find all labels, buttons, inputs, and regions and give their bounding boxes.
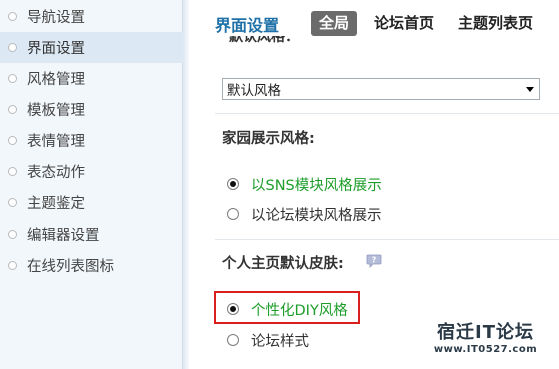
sidebar-item-thread-rating[interactable]: 主题鉴定 xyxy=(0,187,183,218)
tab-global[interactable]: 全局 xyxy=(311,11,358,36)
bullet-icon xyxy=(8,105,17,114)
radio-button[interactable] xyxy=(227,334,239,346)
radio-option-sns-style[interactable]: 以SNS模块风格展示 xyxy=(227,174,382,194)
radio-button[interactable] xyxy=(227,178,239,190)
sidebar-item-label: 主题鉴定 xyxy=(27,196,85,212)
help-icon[interactable]: ? xyxy=(366,254,382,268)
radio-button[interactable] xyxy=(227,303,239,315)
home-display-style-title: 家园展示风格: xyxy=(222,131,315,147)
radio-option-forum-skin[interactable]: 论坛样式 xyxy=(227,330,309,350)
divider xyxy=(215,113,559,114)
sidebar: 导航设置 界面设置 风格管理 模板管理 表情管理 表态动作 主题鉴定 编辑器设置… xyxy=(0,0,183,369)
default-style-select[interactable]: 默认风格 xyxy=(222,78,540,100)
radio-option-label: 以SNS模块风格展示 xyxy=(251,177,382,194)
clipped-section-title: 默认风格： xyxy=(229,36,299,45)
bullet-icon xyxy=(8,167,17,176)
radio-option-label: 以论坛模块风格展示 xyxy=(251,207,382,224)
sidebar-item-label: 编辑器设置 xyxy=(27,228,100,244)
sidebar-item-label: 在线列表图标 xyxy=(27,259,114,275)
sidebar-item-interface-settings[interactable]: 界面设置 xyxy=(0,32,183,63)
sidebar-item-emoticon-management[interactable]: 表情管理 xyxy=(0,125,183,156)
radio-button[interactable] xyxy=(227,208,239,220)
default-style-select-value: 默认风格 xyxy=(227,83,281,99)
main-panel: 界面设置 全局 论坛首页 主题列表页 默认风格： 默认风格 家园展示风格: 以S… xyxy=(189,0,559,369)
sidebar-item-editor-settings[interactable]: 编辑器设置 xyxy=(0,219,183,250)
personal-skin-title: 个人主页默认皮肤: xyxy=(222,256,344,272)
bullet-icon xyxy=(8,230,17,239)
watermark-url: www.IT0527.com xyxy=(433,344,538,355)
radio-option-forum-style[interactable]: 以论坛模块风格展示 xyxy=(227,204,382,224)
sidebar-item-template-management[interactable]: 模板管理 xyxy=(0,94,183,125)
sidebar-item-online-list-icons[interactable]: 在线列表图标 xyxy=(0,250,183,281)
radio-option-label: 个性化DIY风格 xyxy=(251,302,348,319)
sidebar-item-label: 模板管理 xyxy=(27,103,85,119)
dropdown-arrow-icon[interactable] xyxy=(526,87,534,92)
sidebar-item-label: 风格管理 xyxy=(27,72,85,88)
divider xyxy=(215,239,559,240)
svg-text:?: ? xyxy=(372,256,377,265)
sidebar-item-label: 表态动作 xyxy=(27,165,85,181)
sidebar-item-style-management[interactable]: 风格管理 xyxy=(0,63,183,94)
bullet-icon xyxy=(8,198,17,207)
bullet-icon xyxy=(8,261,17,270)
bullet-icon xyxy=(8,12,17,21)
bullet-icon xyxy=(8,136,17,145)
watermark-name: 宿迁IT论坛 xyxy=(437,322,534,343)
page-title: 界面设置 xyxy=(215,16,280,35)
bullet-icon xyxy=(8,74,17,83)
radio-option-diy-style[interactable]: 个性化DIY风格 xyxy=(227,299,348,319)
sidebar-item-label: 导航设置 xyxy=(27,10,85,26)
tab-forum-home[interactable]: 论坛首页 xyxy=(366,11,442,36)
sidebar-item-label: 表情管理 xyxy=(27,134,85,150)
sidebar-item-nav-settings[interactable]: 导航设置 xyxy=(0,1,183,32)
sidebar-item-label: 界面设置 xyxy=(27,41,85,57)
sidebar-item-reaction-actions[interactable]: 表态动作 xyxy=(0,156,183,187)
bullet-icon xyxy=(8,43,17,52)
radio-option-label: 论坛样式 xyxy=(251,333,309,350)
watermark: 宿迁IT论坛 www.IT0527.com xyxy=(412,322,559,369)
tab-thread-list[interactable]: 主题列表页 xyxy=(450,11,541,36)
